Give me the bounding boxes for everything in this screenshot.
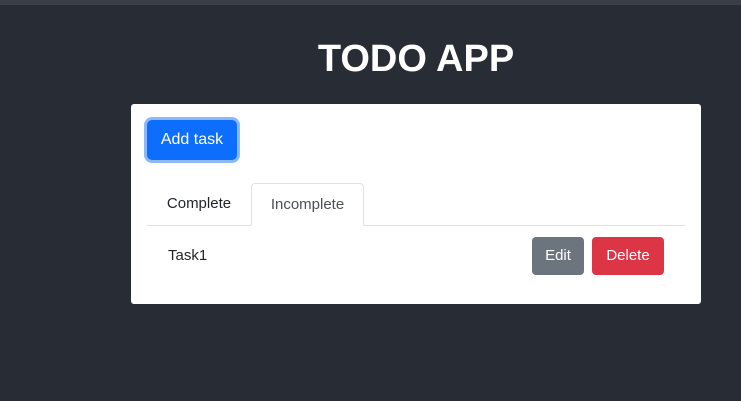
delete-button[interactable]: Delete (592, 237, 664, 275)
page-title: TODO APP (317, 38, 515, 80)
task-row: Task1 Edit Delete (147, 236, 685, 276)
add-task-button[interactable]: Add task (147, 120, 237, 160)
tab-complete[interactable]: Complete (147, 183, 251, 225)
task-name: Task1 (168, 247, 208, 264)
window-top-bar (0, 0, 741, 5)
tab-incomplete[interactable]: Incomplete (251, 183, 364, 226)
edit-button[interactable]: Edit (532, 237, 584, 275)
todo-card: Add task Complete Incomplete Task1 Edit … (131, 104, 701, 304)
task-tabs: Complete Incomplete (147, 183, 685, 226)
